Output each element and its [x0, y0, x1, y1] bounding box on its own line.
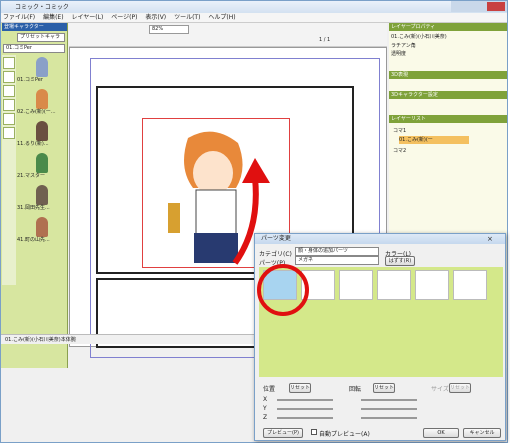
char-item[interactable]: 21.マスター: [17, 153, 67, 181]
layer-name: 01.こみ(新)(小石川美奈): [391, 34, 447, 40]
menu-edit[interactable]: 編集(E): [43, 13, 63, 23]
field1-label: ラチアン角: [391, 43, 416, 49]
pos-x-slider[interactable]: [277, 399, 333, 401]
tool-balloon[interactable]: [3, 85, 15, 97]
rot-x-slider[interactable]: [361, 399, 417, 401]
tool-column: [2, 55, 16, 285]
close-button[interactable]: [487, 2, 505, 11]
cancel-button[interactable]: キャンセル: [463, 428, 501, 438]
category-select[interactable]: 顔・身体の追加パーツ: [295, 247, 379, 256]
size-label: サイズ: [431, 386, 449, 393]
pos-z-slider[interactable]: [277, 417, 333, 419]
section-char: 3Dキャラクター設定: [389, 91, 507, 99]
layer-item-selected[interactable]: 01.こみ(新)(ー: [399, 136, 469, 144]
glasses-thumb[interactable]: [453, 270, 487, 300]
position-label: 位置: [263, 386, 276, 393]
close-icon[interactable]: ×: [487, 235, 493, 243]
pos-y-slider[interactable]: [277, 408, 333, 410]
tool-item[interactable]: [3, 127, 15, 139]
props-header: レイヤープロパティ: [389, 23, 507, 31]
bottle-icon: [168, 203, 180, 233]
layer-item[interactable]: コマ1: [393, 127, 406, 134]
parts-dialog: パーツ変更 × カテゴリ(C) 顔・身体の追加パーツ カラー(L) パーツ(P)…: [254, 233, 506, 441]
char-item[interactable]: 01.コミPer: [17, 57, 67, 85]
tool-effect[interactable]: [3, 99, 15, 111]
y-label: Y: [263, 405, 267, 412]
glasses-thumb[interactable]: [377, 270, 411, 300]
dialog-title: パーツ変更: [255, 234, 505, 244]
menu-page[interactable]: ページ(P): [111, 13, 137, 23]
category-label: カテゴリ(C): [259, 251, 292, 258]
menu-bar: ファイル(F) 編集(E) レイヤー(L) ページ(P) 表示(V) ツール(T…: [1, 13, 507, 23]
rotation-label: 回転: [349, 386, 362, 393]
highlight-circle: [257, 264, 309, 316]
position-reset[interactable]: リセット: [289, 383, 311, 393]
layers-header: レイヤーリスト: [389, 115, 507, 123]
rot-z-slider[interactable]: [361, 417, 417, 419]
title-bar: コミック・コミック: [1, 1, 507, 13]
character-select[interactable]: 01.コミPer: [3, 44, 65, 53]
menu-tool[interactable]: ツール(T): [174, 13, 200, 23]
tool-character[interactable]: [3, 57, 15, 69]
menu-view[interactable]: 表示(V): [145, 13, 166, 23]
window-title: コミック・コミック: [15, 4, 69, 11]
glasses-thumb[interactable]: [415, 270, 449, 300]
preset-select[interactable]: プリセットキャラ: [17, 33, 65, 42]
auto-preview-label: 自動プレビュー(A): [319, 431, 370, 438]
char-item[interactable]: 31.岡田先生...: [17, 185, 67, 213]
menu-layer[interactable]: レイヤー(L): [71, 13, 103, 23]
rot-y-slider[interactable]: [361, 408, 417, 410]
z-label: Z: [263, 414, 268, 421]
tool-background[interactable]: [3, 71, 15, 83]
page-indicator: 1 / 1: [319, 37, 331, 43]
zoom-select[interactable]: 82%: [149, 25, 189, 34]
size-reset: リセット: [449, 383, 471, 393]
rotation-reset[interactable]: リセット: [373, 383, 395, 393]
char-item[interactable]: 11.るり(新)...: [17, 121, 67, 149]
ok-button[interactable]: OK: [423, 428, 459, 438]
char-item[interactable]: 02.こみ(新)(ー...: [17, 89, 67, 117]
menu-help[interactable]: ヘルプ(H): [208, 13, 235, 23]
field2-label: 透明度: [391, 51, 407, 57]
remove-button[interactable]: はずす(R): [385, 256, 415, 266]
layer-item[interactable]: コマ2: [393, 147, 406, 154]
x-label: X: [263, 396, 268, 403]
tool-text[interactable]: [3, 113, 15, 125]
menu-file[interactable]: ファイル(F): [3, 13, 35, 23]
character-panel-header: 登場キャラクター: [2, 23, 67, 31]
glasses-thumb[interactable]: [339, 270, 373, 300]
section-3d: 3D表現: [389, 71, 507, 79]
auto-preview-checkbox[interactable]: [311, 429, 317, 435]
preview-button[interactable]: プレビュー(P): [263, 428, 303, 438]
toolbar: 82% 1 / 1: [69, 23, 387, 47]
character-panel: 登場キャラクター プリセットキャラ 01.コミPer 01.コミPer 02.こ…: [1, 23, 68, 368]
char-item[interactable]: 41.町の山先...: [17, 217, 67, 245]
